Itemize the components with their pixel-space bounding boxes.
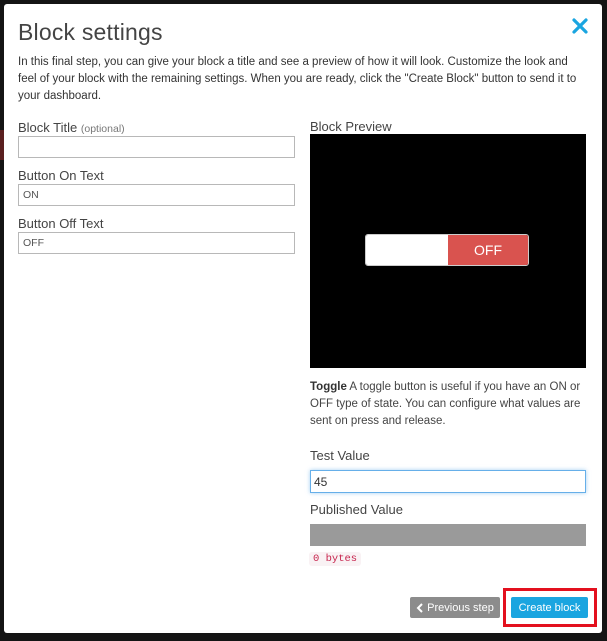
block-settings-modal: Block settings In this final step, you c… [4, 4, 602, 633]
off-text-input[interactable] [18, 232, 295, 254]
modal-intro: In this final step, you can give your bl… [18, 56, 577, 102]
test-value-label: Test Value [310, 448, 370, 463]
block-title-label-text: Block Title [18, 120, 78, 135]
block-type-description: Toggle A toggle button is useful if you … [310, 379, 590, 430]
on-text-input[interactable] [18, 184, 295, 206]
test-value-input[interactable] [310, 470, 586, 493]
published-value-label: Published Value [310, 502, 403, 517]
block-type-text: A toggle button is useful if you have an… [310, 381, 581, 427]
block-title-label: Block Title (optional) [18, 120, 125, 135]
modal-title: Block settings [18, 19, 163, 45]
previous-step-button[interactable]: Previous step [410, 597, 500, 618]
off-text-label: Button Off Text [18, 216, 104, 231]
previous-step-label: Previous step [427, 601, 494, 614]
toggle-on-side [366, 235, 448, 265]
create-block-button[interactable]: Create block [511, 597, 588, 618]
toggle-off-side: OFF [448, 235, 528, 265]
block-title-input[interactable] [18, 136, 295, 158]
block-preview: OFF [310, 134, 586, 368]
optional-hint: (optional) [80, 123, 125, 135]
close-icon [572, 18, 588, 34]
block-type-name: Toggle [310, 381, 347, 393]
toggle-switch[interactable]: OFF [365, 234, 529, 266]
chevron-left-icon [416, 602, 423, 613]
published-bytes: 0 bytes [309, 552, 362, 566]
published-value-bar [310, 524, 586, 546]
block-preview-label: Block Preview [310, 119, 392, 134]
close-button[interactable] [570, 16, 590, 36]
on-text-label: Button On Text [18, 168, 104, 183]
